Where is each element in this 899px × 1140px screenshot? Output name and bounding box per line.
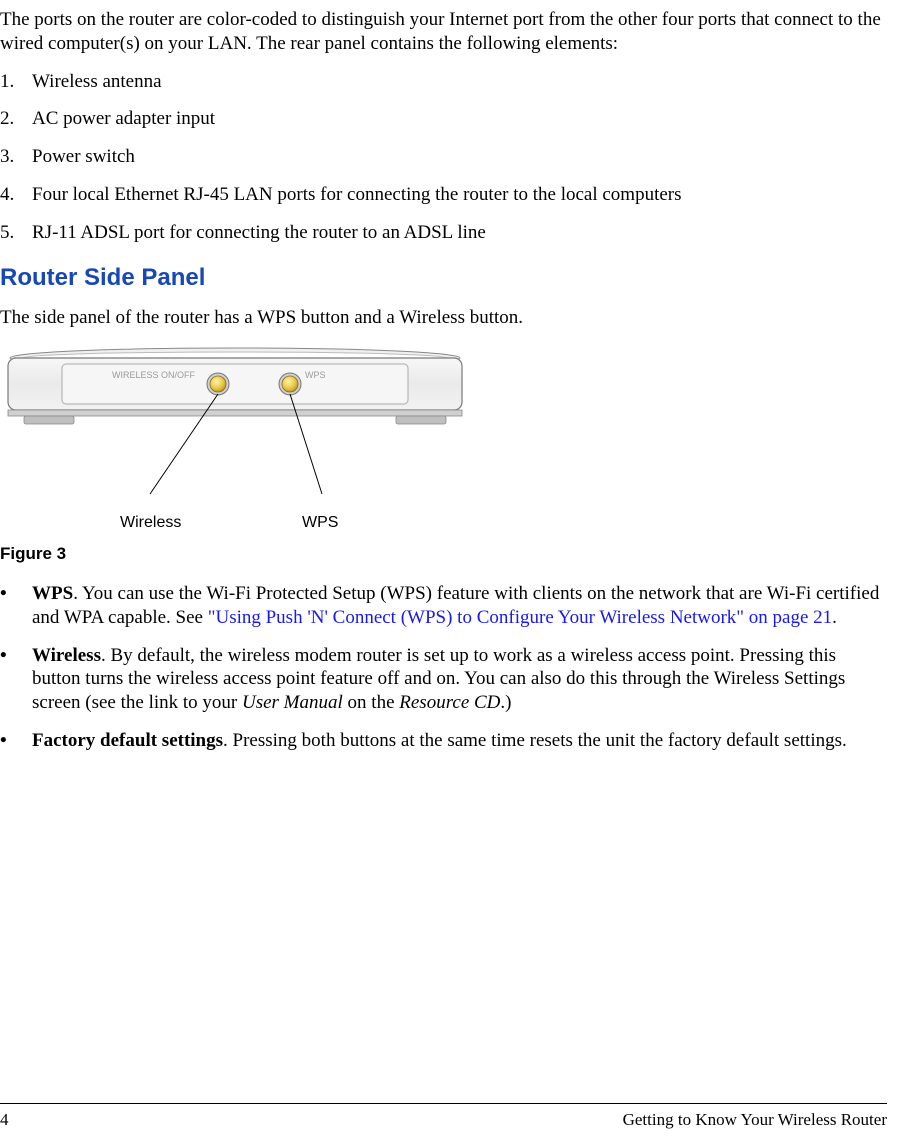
bullet-body: Wireless. By default, the wireless modem…	[32, 644, 887, 715]
user-manual-italic: User Manual	[242, 692, 343, 713]
bullet-dot: •	[0, 644, 32, 715]
page-number: 4	[0, 1110, 9, 1130]
bullet-body: WPS. You can use the Wi-Fi Protected Set…	[32, 582, 887, 630]
list-text: Wireless antenna	[32, 70, 162, 94]
resource-cd-italic: Resource CD	[399, 692, 500, 713]
list-text: Power switch	[32, 145, 135, 169]
list-item: 1. Wireless antenna	[0, 70, 887, 94]
figure: WIRELESS ON/OFF WPS Wireless WPS	[0, 344, 887, 540]
wps-label: WPS	[32, 583, 73, 604]
factory-label: Factory default settings	[32, 730, 223, 751]
bullet-body: Factory default settings. Pressing both …	[32, 729, 847, 753]
list-number: 4.	[0, 183, 32, 207]
factory-text: . Pressing both buttons at the same time…	[223, 730, 847, 751]
figure-callouts: Wireless WPS	[0, 514, 887, 540]
label-wps-small: WPS	[305, 370, 326, 380]
wps-text-b: .	[832, 607, 837, 628]
wireless-text-c: .)	[500, 692, 511, 713]
list-text: Four local Ethernet RJ-45 LAN ports for …	[32, 183, 682, 207]
list-number: 3.	[0, 145, 32, 169]
list-text: AC power adapter input	[32, 107, 215, 131]
page: The ports on the router are color-coded …	[0, 0, 899, 1140]
chapter-title: Getting to Know Your Wireless Router	[623, 1110, 887, 1130]
list-number: 2.	[0, 107, 32, 131]
figure-caption: Figure 3	[0, 544, 887, 564]
wireless-text-b: on the	[343, 692, 399, 713]
router-side-illustration: WIRELESS ON/OFF WPS	[0, 344, 470, 509]
list-item: • Factory default settings. Pressing bot…	[0, 729, 887, 753]
list-item: 5. RJ-11 ADSL port for connecting the ro…	[0, 221, 887, 245]
wps-link[interactable]: "Using Push 'N' Connect (WPS) to Configu…	[208, 607, 832, 628]
label-wireless-onoff: WIRELESS ON/OFF	[112, 370, 196, 380]
callout-wps: WPS	[302, 514, 338, 532]
feature-bullets: • WPS. You can use the Wi-Fi Protected S…	[0, 582, 887, 753]
wps-button-icon	[282, 376, 298, 392]
list-text: RJ-11 ADSL port for connecting the route…	[32, 221, 486, 245]
wireless-button-icon	[210, 376, 226, 392]
list-item: 4. Four local Ethernet RJ-45 LAN ports f…	[0, 183, 887, 207]
list-number: 1.	[0, 70, 32, 94]
page-footer: 4 Getting to Know Your Wireless Router	[0, 1103, 887, 1130]
bullet-dot: •	[0, 582, 32, 630]
intro-paragraph: The ports on the router are color-coded …	[0, 8, 887, 56]
content-area: The ports on the router are color-coded …	[0, 0, 887, 753]
rear-panel-list: 1. Wireless antenna 2. AC power adapter …	[0, 70, 887, 245]
callout-wireless: Wireless	[120, 514, 181, 532]
list-item: 2. AC power adapter input	[0, 107, 887, 131]
section-heading: Router Side Panel	[0, 264, 887, 292]
list-item: 3. Power switch	[0, 145, 887, 169]
wireless-label: Wireless	[32, 645, 101, 666]
list-item: • Wireless. By default, the wireless mod…	[0, 644, 887, 715]
side-panel-intro: The side panel of the router has a WPS b…	[0, 306, 887, 330]
bullet-dot: •	[0, 729, 32, 753]
list-number: 5.	[0, 221, 32, 245]
list-item: • WPS. You can use the Wi-Fi Protected S…	[0, 582, 887, 630]
